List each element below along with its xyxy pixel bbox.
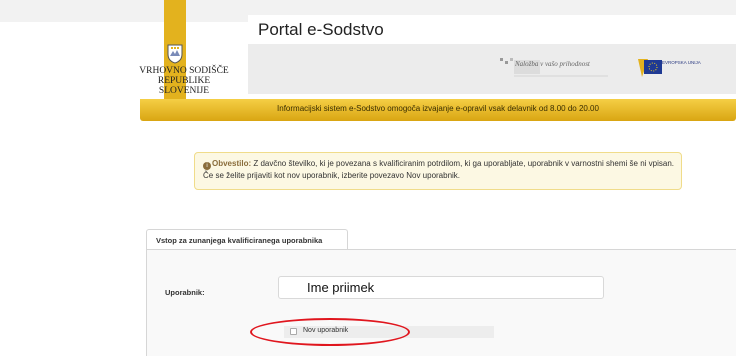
highlight-ellipse bbox=[250, 318, 410, 346]
portal-title: Portal e-Sodstvo bbox=[258, 20, 384, 39]
tab-external-qualified-user[interactable]: Vstop za zunanjega kvalificiranega upora… bbox=[146, 229, 348, 250]
user-label: Uporabnik: bbox=[165, 288, 205, 297]
coat-of-arms-icon bbox=[167, 44, 183, 64]
notice-box: i Obvestilo: Z davčno številko, ki je pov… bbox=[194, 152, 682, 190]
court-name-line1: VRHOVNO SODIŠČE bbox=[139, 66, 229, 76]
eu-logo-text: EVROPSKA UNIJA bbox=[662, 60, 701, 65]
login-panel bbox=[146, 249, 736, 356]
notice-label: Obvestilo: bbox=[212, 159, 252, 168]
notice-text: Z davčno številko, ki je povezana s kval… bbox=[203, 159, 674, 180]
info-bar-text: Informacijski sistem e-Sodstvo omogoča i… bbox=[277, 104, 599, 113]
court-name: VRHOVNO SODIŠČE REPUBLIKE SLOVENIJE bbox=[138, 66, 230, 96]
info-icon: i bbox=[203, 162, 211, 170]
user-select[interactable]: Ime priimek bbox=[278, 276, 604, 299]
court-name-line2: REPUBLIKE SLOVENIJE bbox=[157, 76, 211, 96]
investment-logo-text: Naložba v vašo prihodnost bbox=[515, 60, 590, 68]
info-bar: Informacijski sistem e-Sodstvo omogoča i… bbox=[140, 99, 736, 121]
